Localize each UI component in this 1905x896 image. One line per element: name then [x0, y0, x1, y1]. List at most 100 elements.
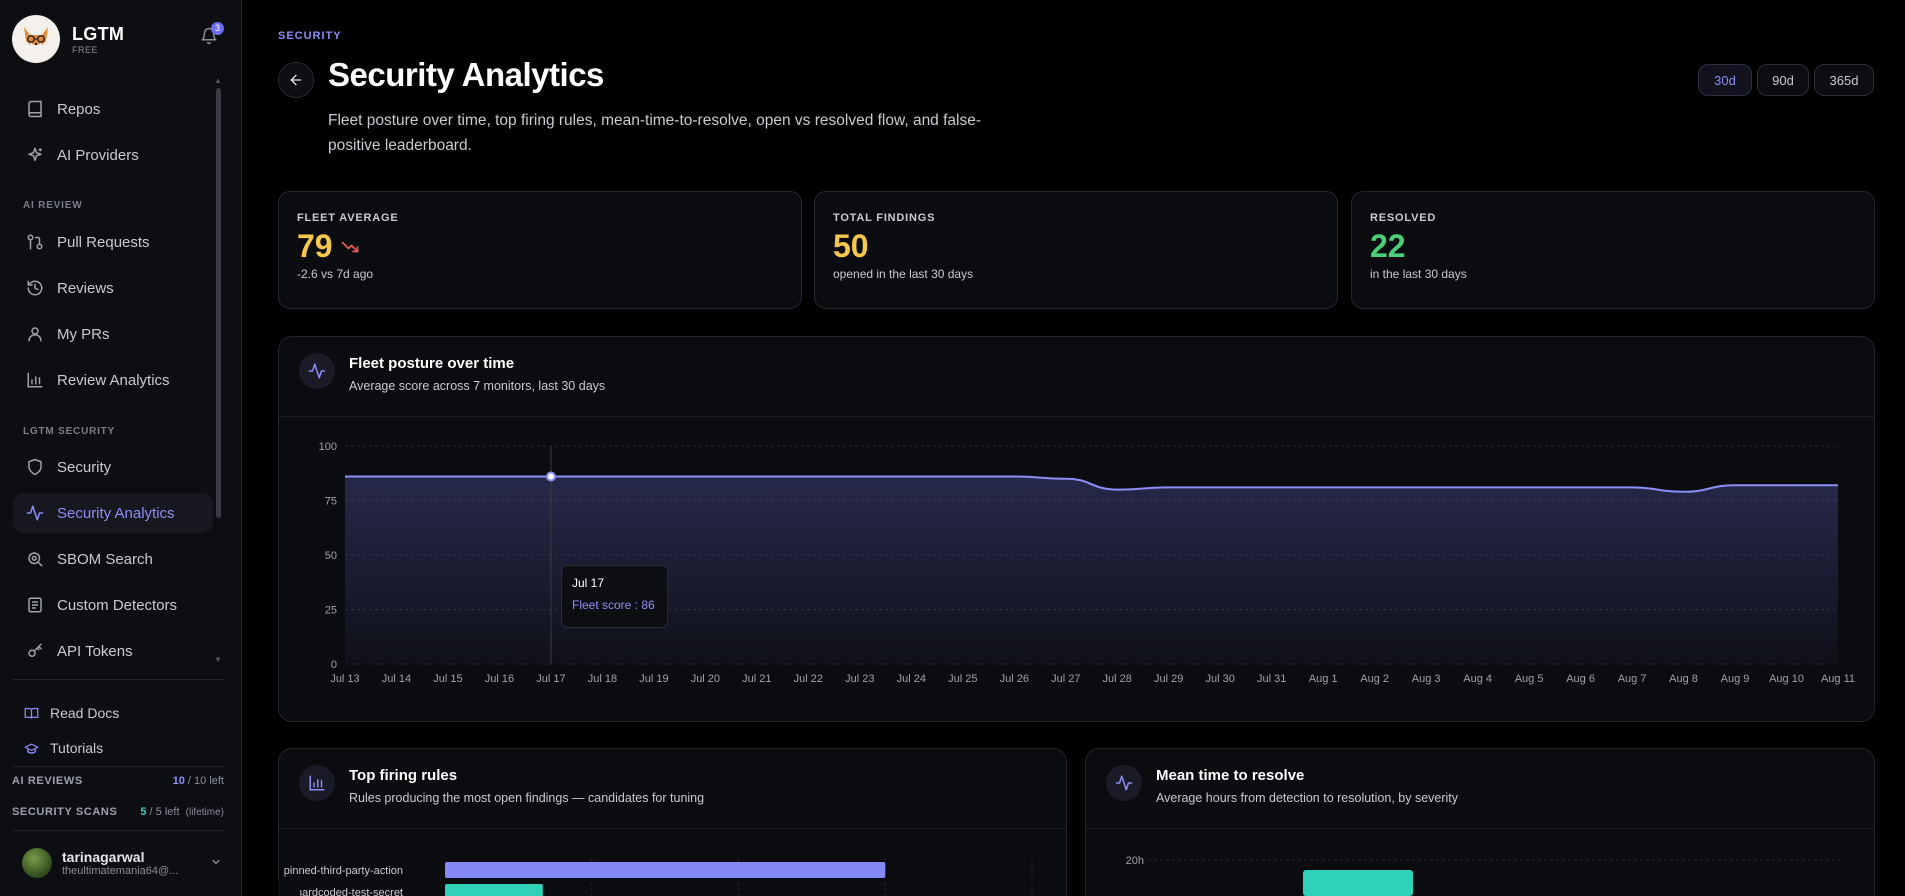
chevron-down-icon — [210, 856, 222, 871]
stat-value: 79 — [297, 228, 783, 265]
tooltip-value: Fleet score : 86 — [572, 598, 655, 612]
sidebar-item-label: Security — [57, 458, 112, 476]
stat-sub: in the last 30 days — [1370, 267, 1467, 281]
fleet-posture-card: Fleet posture over time Average score ac… — [278, 336, 1875, 722]
breadcrumb: SECURITY — [278, 30, 342, 42]
tutorials-label: Tutorials — [50, 740, 104, 756]
sidebar-item-label: Custom Detectors — [57, 596, 178, 614]
fleet-average-value: 79 — [297, 228, 333, 264]
book-icon — [24, 705, 40, 721]
sidebar-item-label: Review Analytics — [57, 371, 170, 389]
sidebar-item-label: Reviews — [57, 279, 114, 297]
brand[interactable]: LGTM FREE 3 — [12, 14, 230, 64]
bar-chart-icon — [25, 370, 45, 390]
chart-tooltip: Jul 17 Fleet score : 86 — [561, 565, 668, 628]
card-title: Fleet posture over time — [349, 355, 515, 372]
section-label-security: LGTM SECURITY — [23, 426, 116, 437]
page-description: Fleet posture over time, top firing rule… — [328, 112, 982, 154]
mean-time-to-resolve-card: Mean time to resolve Average hours from … — [1085, 748, 1875, 896]
history-icon — [25, 278, 45, 298]
key-icon — [25, 641, 45, 661]
card-subtitle: Average hours from detection to resoluti… — [1156, 791, 1459, 805]
stat-label: TOTAL FINDINGS — [833, 212, 936, 224]
sidebar-item-security-analytics[interactable]: Security Analytics — [13, 493, 213, 533]
quota-label: AI REVIEWS — [12, 775, 83, 787]
range-90d-button[interactable]: 90d — [1757, 64, 1809, 96]
user-name: tarinagarwal — [62, 849, 145, 865]
card-title: Top firing rules — [349, 767, 458, 784]
stat-value: 22 — [1370, 228, 1406, 264]
stat-label: RESOLVED — [1370, 212, 1437, 224]
security-scans-quota: SECURITY SCANS 5 / 5 left (lifetime) — [12, 806, 224, 818]
sidebar-item-label: Repos — [57, 100, 101, 118]
quota-rest: / 5 left — [146, 806, 180, 818]
range-30d-button[interactable]: 30d — [1698, 64, 1752, 96]
sidebar-nav: Repos AI Providers AI REVIEW Pull Reques… — [0, 76, 222, 672]
stat-sub: -2.6 vs 7d ago — [297, 267, 374, 281]
quota-value: 10 / 10 left — [173, 775, 224, 787]
total-findings-card: TOTAL FINDINGS 50 opened in the last 30 … — [814, 191, 1338, 309]
quota-rest: / 10 left — [184, 775, 224, 787]
read-docs-label: Read Docs — [50, 705, 120, 721]
bar-chart-icon — [299, 765, 335, 801]
card-subtitle: Rules producing the most open findings —… — [349, 791, 705, 805]
repo-icon — [25, 99, 45, 119]
sidebar-item-api-tokens[interactable]: API Tokens — [13, 631, 213, 671]
sidebar-item-ai-providers[interactable]: AI Providers — [13, 135, 213, 175]
graduation-cap-icon — [24, 740, 40, 756]
sidebar-divider — [12, 679, 224, 680]
quota-extra: (lifetime) — [185, 807, 224, 818]
quota-used: 10 — [172, 775, 185, 787]
plan-badge: FREE — [72, 44, 99, 55]
section-label-ai-review: AI REVIEW — [23, 200, 83, 211]
activity-icon — [1106, 765, 1142, 801]
sidebar-item-label: Pull Requests — [57, 233, 150, 251]
fox-logo — [12, 15, 60, 63]
card-header: Fleet posture over time Average score ac… — [279, 337, 1874, 417]
top-firing-rules-card: Top firing rules Rules producing the mos… — [278, 748, 1067, 896]
sidebar-divider — [12, 766, 224, 767]
resolved-card: RESOLVED 22 in the last 30 days — [1351, 191, 1875, 309]
sidebar-item-label: AI Providers — [57, 146, 139, 164]
sidebar-item-pull-requests[interactable]: Pull Requests — [13, 222, 213, 262]
sidebar-item-my-prs[interactable]: My PRs — [13, 314, 213, 354]
sidebar-item-custom-detectors[interactable]: Custom Detectors — [13, 585, 213, 625]
sidebar-item-security[interactable]: Security — [13, 447, 213, 487]
sidebar-item-reviews[interactable]: Reviews — [13, 268, 213, 308]
sidebar-item-label: API Tokens — [57, 642, 133, 660]
quota-label: SECURITY SCANS — [12, 806, 118, 818]
shield-icon — [25, 457, 45, 477]
sidebar-item-repos[interactable]: Repos — [13, 89, 213, 129]
activity-icon — [299, 353, 335, 389]
tutorials-link[interactable]: Tutorials — [24, 737, 103, 759]
user-icon — [25, 324, 45, 344]
avatar — [22, 848, 52, 878]
notifications-button[interactable]: 3 — [200, 22, 224, 48]
trend-down-icon — [341, 241, 358, 252]
sidebar-item-sbom-search[interactable]: SBOM Search — [13, 539, 213, 579]
read-docs-link[interactable]: Read Docs — [24, 702, 119, 724]
user-email: theultimatemania64@... — [62, 865, 179, 877]
stat-label: FLEET AVERAGE — [297, 212, 399, 224]
tooltip-date: Jul 17 — [572, 576, 605, 590]
card-header: Mean time to resolve Average hours from … — [1086, 749, 1874, 829]
card-title: Mean time to resolve — [1156, 767, 1305, 784]
sidebar-divider — [12, 830, 224, 831]
sidebar-item-label: Security Analytics — [57, 504, 175, 522]
sidebar: LGTM FREE 3 ▲ ▼ Repos AI Providers AI RE… — [0, 0, 242, 896]
ai-reviews-quota: AI REVIEWS 10 / 10 left — [12, 775, 224, 787]
brand-name: LGTM — [72, 23, 125, 44]
range-365d-button[interactable]: 365d — [1814, 64, 1874, 96]
sidebar-item-label: SBOM Search — [57, 550, 153, 568]
user-menu[interactable]: tarinagarwal theultimatemania64@... — [22, 844, 222, 882]
sidebar-item-review-analytics[interactable]: Review Analytics — [13, 360, 213, 400]
file-icon — [25, 595, 45, 615]
pull-request-icon — [25, 232, 45, 252]
sidebar-item-label: My PRs — [57, 325, 110, 343]
card-header: Top firing rules Rules producing the mos… — [279, 749, 1066, 829]
notification-count-badge: 3 — [211, 22, 224, 35]
search-icon — [25, 549, 45, 569]
page-title: Security Analytics — [328, 56, 604, 93]
activity-icon — [25, 503, 45, 523]
back-button[interactable] — [278, 62, 314, 98]
